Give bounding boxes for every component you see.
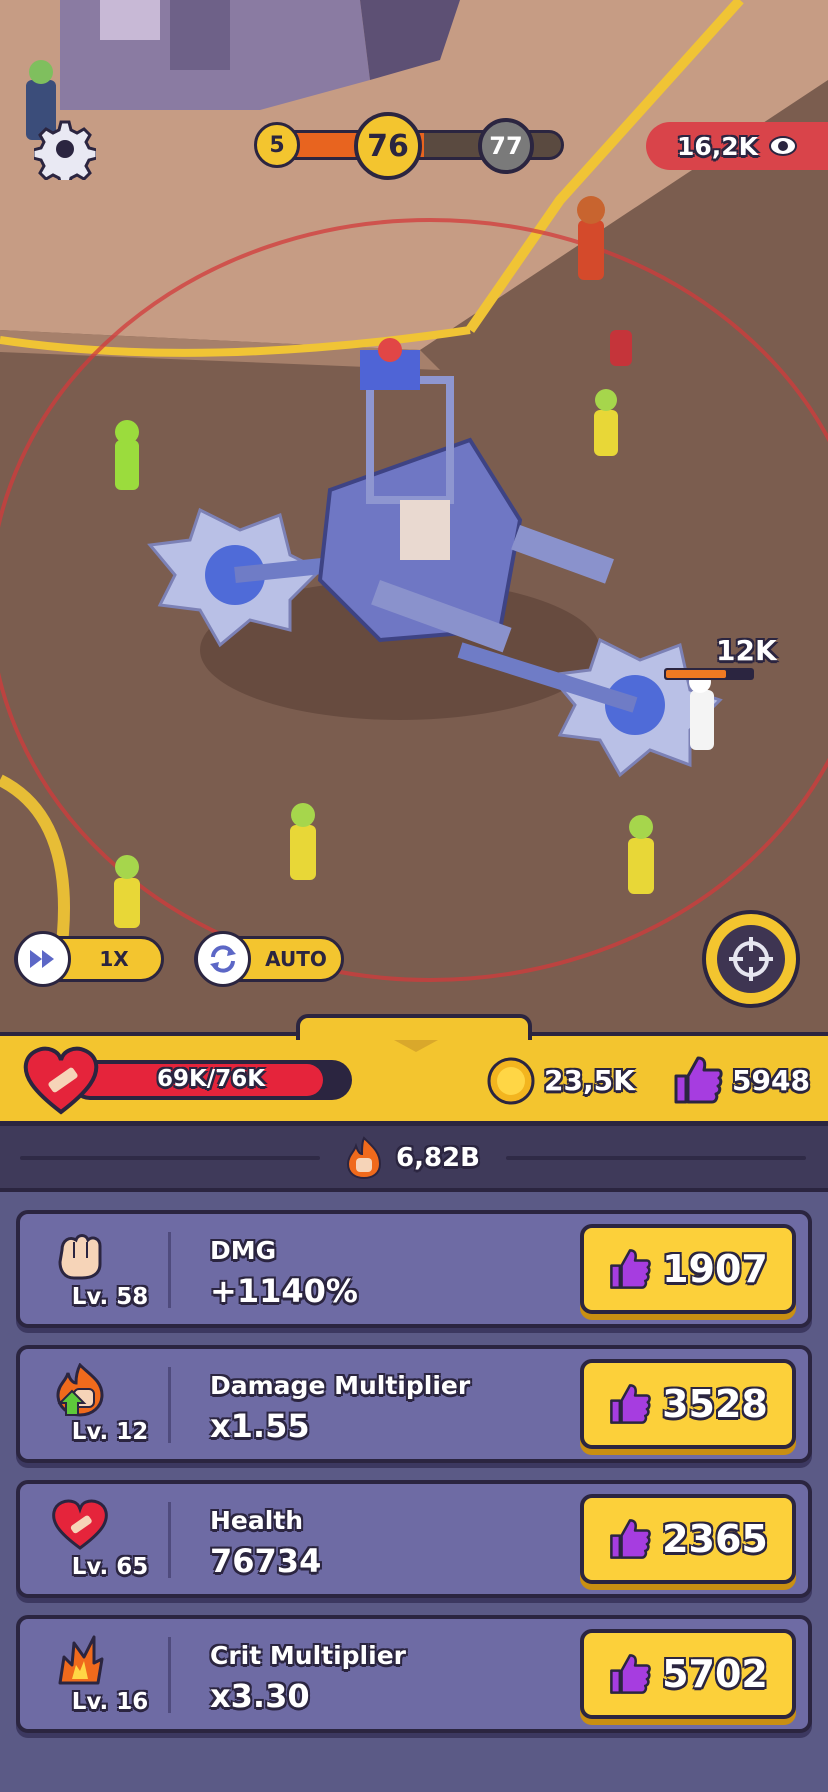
upgrade-separator bbox=[168, 1367, 171, 1443]
refresh-icon bbox=[210, 945, 236, 973]
upgrade-separator bbox=[168, 1637, 171, 1713]
special-ability-button[interactable] bbox=[702, 910, 800, 1008]
upgrades-panel: Lv. 58 DMG +1140% 1907 Lv. 12 Damage Mul… bbox=[0, 1192, 828, 1792]
next-level-badge: 77 bbox=[478, 118, 534, 174]
coins-value: 23,5K bbox=[544, 1064, 635, 1097]
status-panel: 69K/76K 23,5K 5948 bbox=[0, 1014, 828, 1126]
upgrade-separator bbox=[168, 1232, 171, 1308]
thumbs-up-icon bbox=[610, 1519, 651, 1559]
flaming-fist-icon bbox=[346, 1136, 382, 1180]
divider-left bbox=[20, 1156, 320, 1160]
upgrade-crit-multiplier: Lv. 16 Crit Multiplier x3.30 5702 bbox=[16, 1615, 812, 1733]
eye-icon bbox=[769, 136, 797, 156]
upgrade-name: Damage Multiplier bbox=[210, 1371, 471, 1400]
crit-icon bbox=[58, 1635, 104, 1685]
fast-forward-icon bbox=[30, 950, 54, 968]
panel-notch bbox=[296, 1014, 532, 1040]
upgrade-dmg: Lv. 58 DMG +1140% 1907 bbox=[16, 1210, 812, 1328]
upgrade-price: 1907 bbox=[662, 1247, 768, 1291]
upgrade-damage-multiplier: Lv. 12 Damage Multiplier x1.55 3528 bbox=[16, 1345, 812, 1463]
upgrade-value: +1140% bbox=[210, 1272, 358, 1310]
speed-icon-circle bbox=[15, 931, 71, 987]
upgrade-separator bbox=[168, 1502, 171, 1578]
upgrade-level: Lv. 58 bbox=[71, 1284, 149, 1310]
upgrade-level: Lv. 12 bbox=[71, 1419, 149, 1445]
auto-button[interactable]: AUTO bbox=[194, 931, 344, 987]
upgrade-name: Crit Multiplier bbox=[210, 1641, 406, 1670]
buy-damage-multiplier-button[interactable]: 3528 bbox=[580, 1359, 796, 1449]
enemy-damage-label: 12K bbox=[716, 634, 777, 667]
game-scene: 5 76 77 16,2K 12K 1X AUTO bbox=[0, 0, 828, 1032]
thumbs-up-icon bbox=[674, 1056, 723, 1104]
upgrade-name: DMG bbox=[210, 1236, 277, 1265]
buy-crit-multiplier-button[interactable]: 5702 bbox=[580, 1629, 796, 1719]
upgrade-price: 5702 bbox=[662, 1652, 768, 1696]
heart-icon bbox=[52, 1499, 108, 1550]
prev-level-badge: 5 bbox=[254, 122, 300, 168]
crosshair-spin-icon bbox=[729, 937, 773, 981]
upgrade-health: Lv. 65 Health 76734 2365 bbox=[16, 1480, 812, 1598]
settings-button[interactable] bbox=[30, 114, 100, 184]
thumbs-up-icon bbox=[610, 1654, 651, 1694]
collapse-arrow-icon[interactable] bbox=[394, 1040, 438, 1052]
fist-icon bbox=[58, 1234, 102, 1280]
ability-icon-circle bbox=[717, 925, 785, 993]
divider-right bbox=[506, 1156, 806, 1160]
coin-icon bbox=[487, 1057, 535, 1105]
upgrade-price: 2365 bbox=[662, 1517, 768, 1561]
power-value: 6,82B bbox=[396, 1143, 480, 1173]
current-level-badge: 76 bbox=[354, 112, 422, 180]
upgrade-price: 3528 bbox=[662, 1382, 768, 1426]
fire-fist-icon bbox=[56, 1363, 104, 1417]
upgrade-name: Health bbox=[210, 1506, 304, 1535]
buy-dmg-button[interactable]: 1907 bbox=[580, 1224, 796, 1314]
gear-icon bbox=[34, 120, 96, 180]
upgrade-level: Lv. 16 bbox=[71, 1689, 149, 1715]
upgrade-level: Lv. 65 bbox=[71, 1554, 149, 1580]
heart-icon bbox=[23, 1046, 99, 1115]
power-row: 6,82B bbox=[0, 1126, 828, 1192]
thumbs-up-icon bbox=[610, 1249, 651, 1289]
thumbs-up-icon bbox=[610, 1384, 651, 1424]
auto-icon-circle bbox=[195, 931, 251, 987]
speed-button[interactable]: 1X bbox=[14, 931, 164, 987]
buy-health-button[interactable]: 2365 bbox=[580, 1494, 796, 1584]
upgrade-value: x1.55 bbox=[210, 1407, 310, 1445]
likes-value: 5948 bbox=[732, 1064, 810, 1097]
upgrade-value: 76734 bbox=[210, 1542, 322, 1580]
health-bar: 69K/76K bbox=[70, 1060, 352, 1100]
level-progress-bar: 5 76 77 bbox=[254, 112, 564, 180]
upgrade-value: x3.30 bbox=[210, 1677, 310, 1715]
viewers-badge: 16,2K bbox=[646, 122, 828, 170]
